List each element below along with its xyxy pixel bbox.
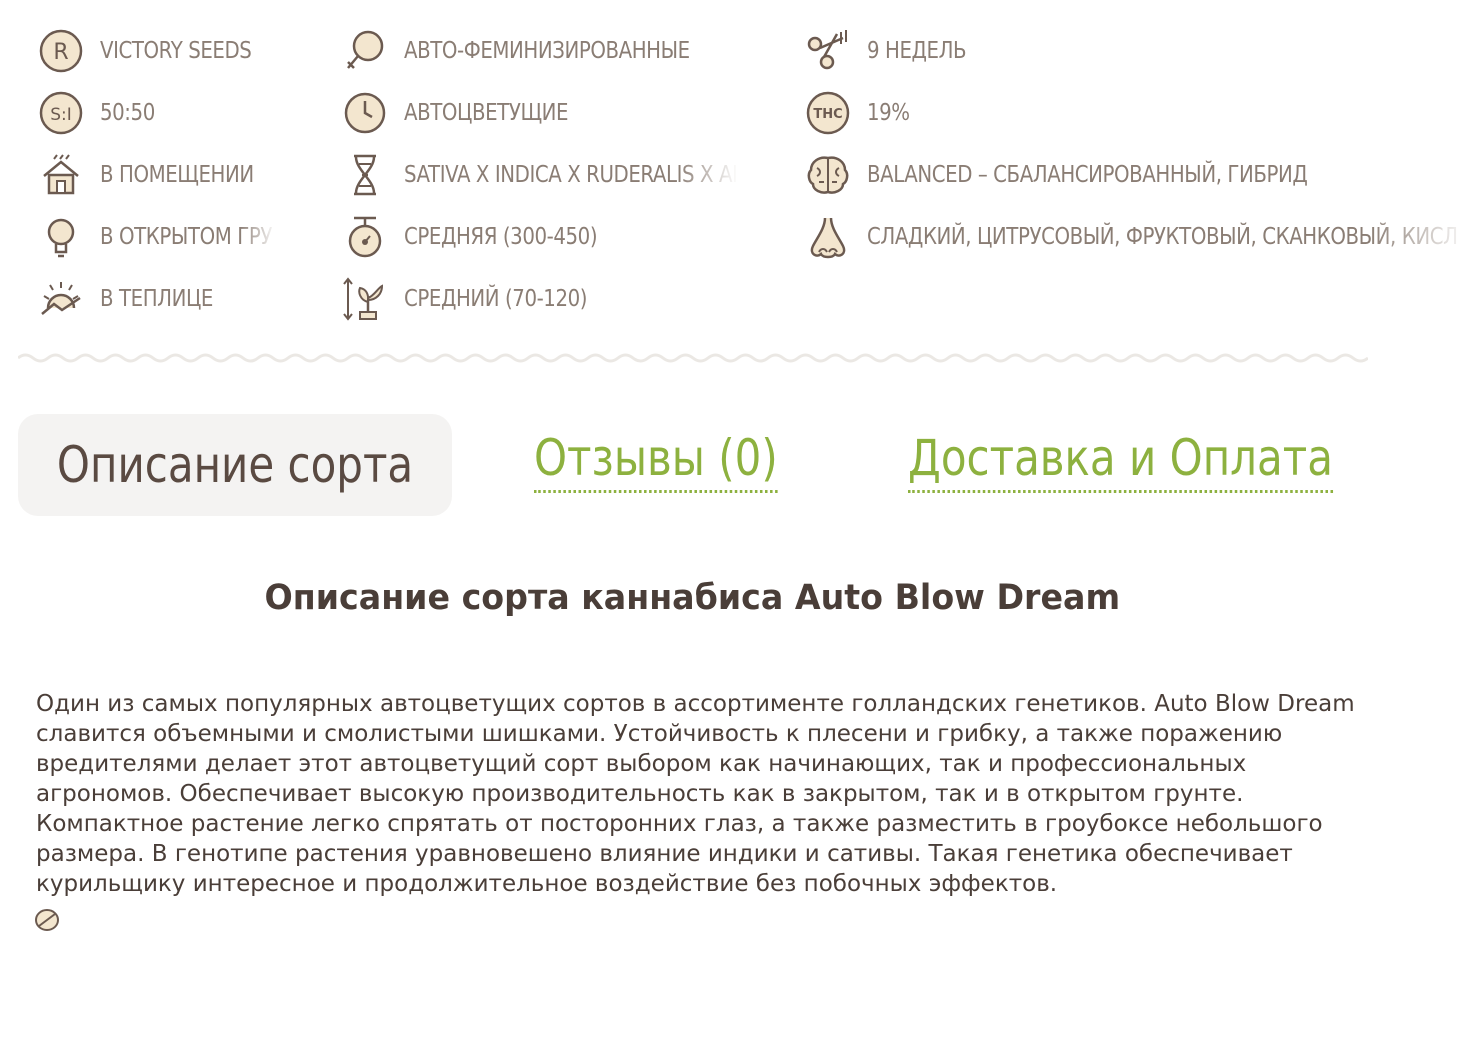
wavy-divider [18, 353, 1368, 363]
outdoor-lightbulb-icon [36, 212, 86, 262]
attr-thc: THC 19% [803, 88, 1403, 138]
attr-aroma: СЛАДКИЙ, ЦИТРУСОВЫЙ, ФРУКТОВЫЙ, СКАНКОВЫ… [803, 212, 1470, 262]
thc-badge-icon: THC [803, 88, 853, 138]
attr-greenhouse: В ТЕПЛИЦЕ [36, 274, 316, 324]
brain-icon [803, 150, 853, 200]
tab-description[interactable]: Описание сорта [18, 414, 452, 516]
attr-harvest-time: 9 НЕДЕЛЬ [803, 26, 1403, 76]
description-body: Один из самых популярных автоцветущих со… [36, 691, 1355, 897]
greenhouse-sun-icon [36, 274, 86, 324]
breeder-r-icon: R [36, 26, 86, 76]
svg-text:R: R [53, 40, 68, 65]
tab-reviews[interactable]: Отзывы (0) [534, 428, 778, 493]
clock-icon [340, 88, 390, 138]
seed-icon [35, 909, 59, 931]
tab-delivery[interactable]: Доставка и Оплата [908, 428, 1333, 493]
description-heading: Описание сорта каннабиса Auto Blow Dream [264, 578, 1121, 618]
attr-breeder: R VICTORY SEEDS [36, 26, 316, 76]
attr-seed-type: АВТО-ФЕМИНИЗИРОВАННЫЕ [340, 26, 780, 76]
svg-text:THC: THC [813, 107, 842, 122]
attr-ratio: S:I 50:50 [36, 88, 316, 138]
attr-genetics: SATIVA X INDICA X RUDERALIS X AI [340, 150, 738, 200]
plant-height-icon [340, 274, 390, 324]
weight-scale-icon [340, 212, 390, 262]
attr-effect: BALANCED – СБАЛАНСИРОВАННЫЙ, ГИБРИД [803, 150, 1403, 200]
scissors-harvest-icon [803, 26, 853, 76]
dna-icon [340, 150, 390, 200]
attr-flowering: АВТОЦВЕТУЩИЕ [340, 88, 780, 138]
indoor-house-icon [36, 150, 86, 200]
attr-indoor: В ПОМЕЩЕНИИ [36, 150, 316, 200]
sativa-indica-ratio-icon: S:I [36, 88, 86, 138]
attr-yield: СРЕДНЯЯ (300-450) [340, 212, 780, 262]
svg-text:S:I: S:I [50, 105, 72, 125]
female-symbol-icon [340, 26, 390, 76]
nose-icon [803, 212, 853, 262]
attr-outdoor: В ОТКРЫТОМ ГРУ [36, 212, 276, 262]
attr-height: СРЕДНИЙ (70-120) [340, 274, 780, 324]
tab-description-label: Описание сорта [56, 436, 414, 494]
